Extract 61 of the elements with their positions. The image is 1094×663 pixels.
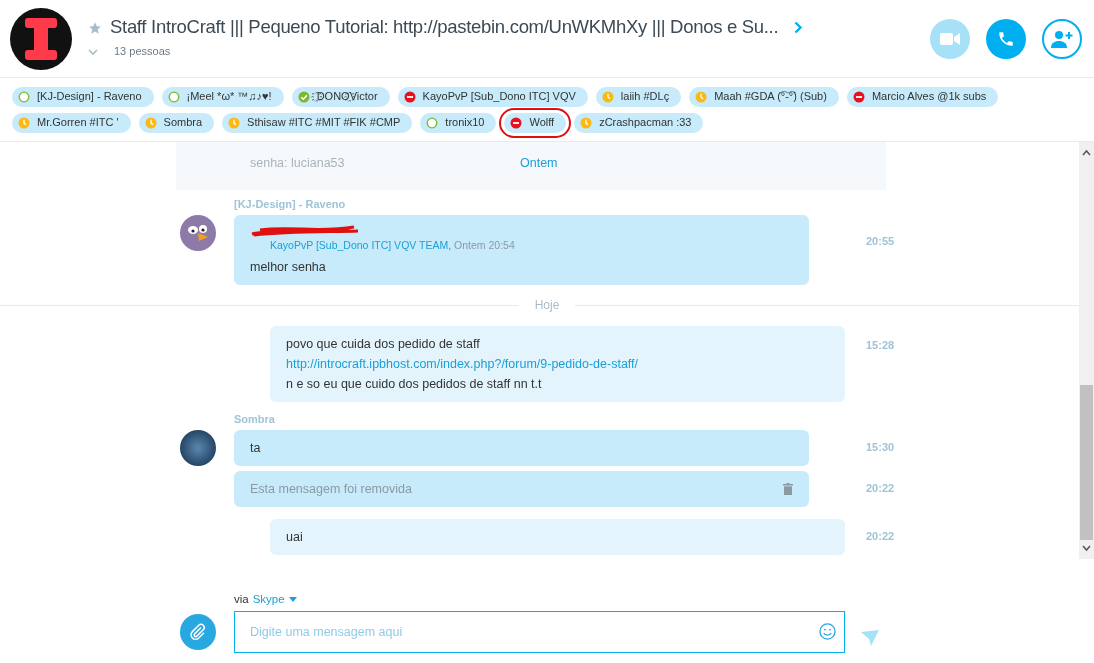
participant-chip[interactable]: ҈DONO҈Victor <box>291 87 390 107</box>
message-time: 15:30 <box>866 440 895 455</box>
via-label: via <box>234 592 249 607</box>
participant-chip[interactable]: Sombra <box>138 113 215 133</box>
message-input[interactable]: Digite uma mensagem aqui <box>234 611 845 654</box>
add-person-button[interactable] <box>1042 18 1082 59</box>
status-icon <box>695 91 708 103</box>
status-icon <box>601 91 614 103</box>
attach-button[interactable] <box>180 614 216 651</box>
status-icon <box>580 117 593 129</box>
removed-text: Esta mensagem foi removida <box>250 481 412 498</box>
status-icon <box>18 117 30 129</box>
participant-chip[interactable]: zCrashpacman :33 <box>574 113 704 133</box>
message-text: senha: luciana53 <box>250 155 345 172</box>
status-icon <box>403 91 416 103</box>
smiley-icon[interactable] <box>819 623 836 641</box>
chat-title: Staff IntroCraft ||| Pequeno Tutorial: http://pastebin.com/UnWKMhXy ||| Donos e Su... <box>110 15 779 40</box>
participant-chip[interactable]: Marcio Alves @1k subs <box>846 87 999 107</box>
status-icon <box>297 91 310 103</box>
message-text: povo que cuida dos pedido de staff <box>286 336 481 353</box>
status-icon <box>852 91 865 103</box>
quote-author: KayoPvP [Sub_Dono ITC] VQV TEAM, Ontem 20:54 <box>269 238 516 253</box>
participant-chip[interactable]: ¡Meel *ω* ™♫♪♥! <box>161 87 284 107</box>
video-camera-icon <box>940 31 960 46</box>
participant-chip[interactable]: KayoPvP [Sub_Dono ITC] VQV <box>397 87 588 107</box>
message-text: ta <box>250 440 262 457</box>
message-text: uai <box>286 529 304 546</box>
trash-icon[interactable] <box>783 483 793 495</box>
message-time: 20:22 <box>866 529 895 544</box>
video-call-button[interactable] <box>930 18 970 59</box>
participant-chip[interactable]: Maah #GDA (͡°-͡°) (Sub) <box>689 87 839 107</box>
status-icon <box>167 91 180 103</box>
sender-name: Sombra <box>234 414 276 424</box>
paperclip-icon <box>189 623 207 642</box>
user-avatar <box>180 430 216 466</box>
participant-chip[interactable]: Mr.Gorren #ITC ' <box>12 113 131 133</box>
send-icon[interactable] <box>861 630 879 647</box>
scrollbar[interactable] <box>1079 142 1094 559</box>
add-person-icon <box>1051 28 1073 49</box>
status-icon <box>426 117 439 129</box>
participant-chip[interactable]: laiih #DLç <box>595 87 682 107</box>
message-text: n e so eu que cuido dos pedidos de staff nn t.t <box>286 376 543 393</box>
bird-avatar <box>180 215 216 251</box>
phone-icon <box>997 29 1015 48</box>
date-divider: Hoje <box>533 297 561 314</box>
status-icon <box>228 117 241 129</box>
participant-chip[interactable]: Sthisaw #ITC #MIT #FIK #CMP <box>222 113 413 133</box>
call-button[interactable] <box>986 18 1026 59</box>
status-icon <box>144 117 157 129</box>
status-icon <box>18 91 30 103</box>
message-text: melhor senha <box>250 259 327 276</box>
participant-chip[interactable]: [KJ-Design] - Raveno <box>12 87 154 107</box>
message-time: 15:28 <box>866 338 895 353</box>
participant-chip[interactable]: tronix10 <box>420 113 497 133</box>
caret-icon <box>288 596 297 602</box>
status-icon <box>510 117 523 129</box>
date-label: Ontem <box>520 155 558 172</box>
message-time: 20:22 <box>866 481 895 496</box>
sender-name: [KJ-Design] - Raveno <box>234 199 347 209</box>
member-count: 13 pessoas <box>114 43 171 59</box>
message-time: 20:55 <box>866 234 895 249</box>
